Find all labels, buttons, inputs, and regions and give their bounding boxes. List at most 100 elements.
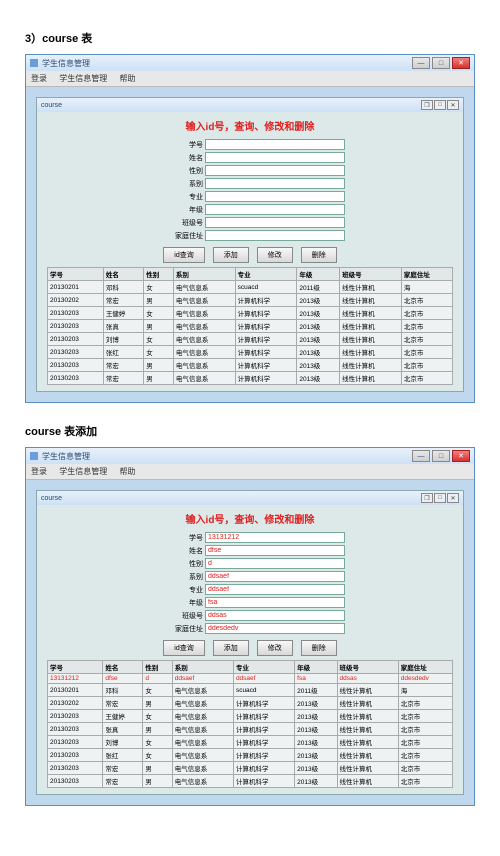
inner-close-icon[interactable]: ✕ xyxy=(447,493,459,503)
input-year[interactable] xyxy=(205,204,345,215)
maximize-button[interactable]: □ xyxy=(432,57,450,69)
input-dept[interactable] xyxy=(205,178,345,189)
table-row[interactable]: 20130203张红女电气信息系计算机科学2013级线性计算机北京市 xyxy=(48,749,453,762)
input-year[interactable] xyxy=(205,597,345,608)
menu-help[interactable]: 帮助 xyxy=(119,467,135,476)
th-year[interactable]: 年级 xyxy=(297,268,340,281)
table-row[interactable]: 20130203常宏男电气信息系计算机科学2013级线性计算机北京市 xyxy=(48,372,453,385)
input-dept[interactable] xyxy=(205,571,345,582)
table-row[interactable]: 20130201邓科女电气信息系scuacd2011级线性计算机海 xyxy=(48,684,453,697)
inner-restore-icon[interactable]: ❐ xyxy=(421,493,433,503)
input-name[interactable] xyxy=(205,152,345,163)
th-year[interactable]: 年级 xyxy=(295,661,337,674)
th-hometown[interactable]: 家庭住址 xyxy=(398,661,452,674)
input-class[interactable] xyxy=(205,217,345,228)
th-sid[interactable]: 学号 xyxy=(48,661,103,674)
cell-name: 常宏 xyxy=(103,762,143,775)
add-button[interactable]: 添加 xyxy=(213,247,249,263)
table-row[interactable]: 20130203张真男电气信息系计算机科学2013级线性计算机北京市 xyxy=(48,723,453,736)
th-name[interactable]: 姓名 xyxy=(103,661,143,674)
cell-gender: 女 xyxy=(144,346,174,359)
th-class[interactable]: 班级号 xyxy=(337,661,398,674)
close-button[interactable]: ✕ xyxy=(452,57,470,69)
inner-max-icon[interactable]: □ xyxy=(434,493,446,503)
th-major[interactable]: 专业 xyxy=(235,268,297,281)
table-row-new[interactable]: 13131212dfsedddsaefddsaeffsaddsasddesded… xyxy=(48,674,453,684)
cell-class: ddsas xyxy=(337,674,398,684)
cell-name: 邓科 xyxy=(103,684,143,697)
th-gender[interactable]: 性别 xyxy=(143,661,172,674)
table-row[interactable]: 20130203刘博女电气信息系计算机科学2013级线性计算机北京市 xyxy=(48,333,453,346)
table-row[interactable]: 20130203张真男电气信息系计算机科学2013级线性计算机北京市 xyxy=(48,320,453,333)
query-button[interactable]: id查询 xyxy=(163,640,204,656)
th-name[interactable]: 姓名 xyxy=(103,268,143,281)
input-hometown[interactable] xyxy=(205,623,345,634)
input-hometown[interactable] xyxy=(205,230,345,241)
add-button[interactable]: 添加 xyxy=(213,640,249,656)
input-major[interactable] xyxy=(205,584,345,595)
cell-dept: 电气信息系 xyxy=(173,359,235,372)
input-gender[interactable] xyxy=(205,558,345,569)
inner-max-icon[interactable]: □ xyxy=(434,100,446,110)
menu-login[interactable]: 登录 xyxy=(31,467,47,476)
th-class[interactable]: 班级号 xyxy=(340,268,402,281)
inner-restore-icon[interactable]: ❐ xyxy=(421,100,433,110)
cell-dept: 电气信息系 xyxy=(173,333,235,346)
table-row[interactable]: 20130203王健婷女电气信息系计算机科学2013级线性计算机北京市 xyxy=(48,710,453,723)
menu-login[interactable]: 登录 xyxy=(31,74,47,83)
table-row[interactable]: 20130203张红女电气信息系计算机科学2013级线性计算机北京市 xyxy=(48,346,453,359)
th-dept[interactable]: 系别 xyxy=(172,661,233,674)
table-row[interactable]: 20130201邓科女电气信息系scuacd2011级线性计算机海 xyxy=(48,281,453,294)
menu-manage[interactable]: 学生信息管理 xyxy=(59,74,107,83)
table-row[interactable]: 20130202常宏男电气信息系计算机科学2013级线性计算机北京市 xyxy=(48,697,453,710)
input-name[interactable] xyxy=(205,545,345,556)
label-dept: 系别 xyxy=(155,572,205,582)
th-dept[interactable]: 系别 xyxy=(173,268,235,281)
input-class[interactable] xyxy=(205,610,345,621)
table-row[interactable]: 20130203常宏男电气信息系计算机科学2013级线性计算机北京市 xyxy=(48,775,453,788)
minimize-button[interactable]: — xyxy=(412,57,430,69)
form-title: 输入id号，查询、修改和删除 xyxy=(47,511,453,526)
cell-gender: 女 xyxy=(143,684,172,697)
table-row[interactable]: 20130203常宏男电气信息系计算机科学2013级线性计算机北京市 xyxy=(48,359,453,372)
cell-sid: 20130203 xyxy=(48,762,103,775)
input-major[interactable] xyxy=(205,191,345,202)
table-row[interactable]: 20130202常宏男电气信息系计算机科学2013级线性计算机北京市 xyxy=(48,294,453,307)
edit-button[interactable]: 修改 xyxy=(257,640,293,656)
input-gender[interactable] xyxy=(205,165,345,176)
table-row[interactable]: 20130203刘博女电气信息系计算机科学2013级线性计算机北京市 xyxy=(48,736,453,749)
inner-close-icon[interactable]: ✕ xyxy=(447,100,459,110)
th-gender[interactable]: 性别 xyxy=(144,268,174,281)
cell-class: 线性计算机 xyxy=(337,684,398,697)
cell-dept: 电气信息系 xyxy=(172,775,233,788)
label-hometown: 家庭住址 xyxy=(155,231,205,241)
delete-button[interactable]: 删除 xyxy=(301,247,337,263)
cell-class: 线性计算机 xyxy=(337,697,398,710)
cell-hometown: 海 xyxy=(401,281,452,294)
edit-button[interactable]: 修改 xyxy=(257,247,293,263)
cell-sid: 20130203 xyxy=(48,307,104,320)
cell-name: 张真 xyxy=(103,723,143,736)
table-row[interactable]: 20130203常宏男电气信息系计算机科学2013级线性计算机北京市 xyxy=(48,762,453,775)
table-row[interactable]: 20130203王健婷女电气信息系计算机科学2013级线性计算机北京市 xyxy=(48,307,453,320)
cell-sid: 20130203 xyxy=(48,346,104,359)
maximize-button[interactable]: □ xyxy=(432,450,450,462)
cell-year: 2011级 xyxy=(295,684,337,697)
minimize-button[interactable]: — xyxy=(412,450,430,462)
input-sid[interactable] xyxy=(205,532,345,543)
menu-manage[interactable]: 学生信息管理 xyxy=(59,467,107,476)
th-hometown[interactable]: 家庭住址 xyxy=(401,268,452,281)
th-major[interactable]: 专业 xyxy=(233,661,294,674)
cell-dept: 电气信息系 xyxy=(172,710,233,723)
input-sid[interactable] xyxy=(205,139,345,150)
cell-hometown: 北京市 xyxy=(398,775,452,788)
th-sid[interactable]: 学号 xyxy=(48,268,104,281)
cell-name: 张红 xyxy=(103,346,143,359)
menu-help[interactable]: 帮助 xyxy=(119,74,135,83)
cell-year: 2013级 xyxy=(297,320,340,333)
delete-button[interactable]: 删除 xyxy=(301,640,337,656)
cell-dept: 电气信息系 xyxy=(172,684,233,697)
close-button[interactable]: ✕ xyxy=(452,450,470,462)
query-button[interactable]: id查询 xyxy=(163,247,204,263)
cell-major: scuacd xyxy=(235,281,297,294)
